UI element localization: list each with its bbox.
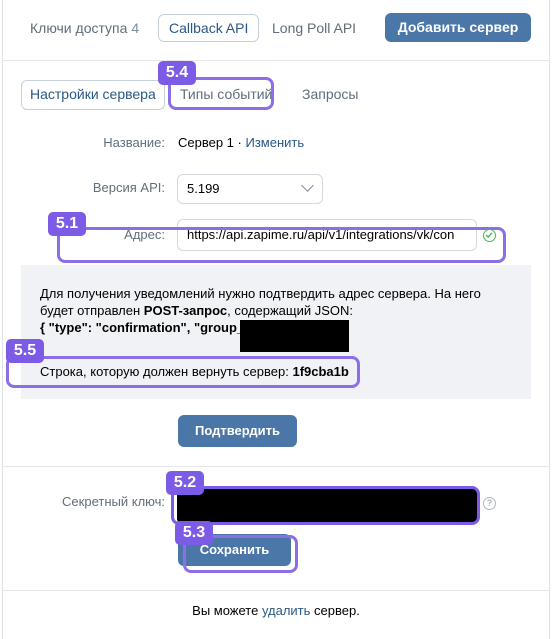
top-tab-bar: Ключи доступа 4 Callback API Long Poll AP… xyxy=(0,0,552,58)
confirm-button[interactable]: Подтвердить xyxy=(178,415,297,447)
mid-divider xyxy=(2,466,550,467)
server-name: Сервер 1 xyxy=(178,135,234,150)
redacted-group-id xyxy=(240,320,349,352)
edit-name-link[interactable]: Изменить xyxy=(245,135,304,150)
api-version-select[interactable]: 5.199 xyxy=(177,174,323,204)
footer-post: сервер. xyxy=(310,603,360,618)
top-divider xyxy=(2,60,550,61)
tab-server-settings[interactable]: Настройки сервера xyxy=(21,80,165,110)
annotation-tag-5-5: 5.5 xyxy=(6,339,44,363)
info-line-2: будет отправлен POST-запрос, содержащий … xyxy=(40,302,510,319)
chevron-down-icon xyxy=(301,179,314,192)
tab-long-poll-api[interactable]: Long Poll API xyxy=(262,14,366,42)
secret-key-label: Секретный ключ: xyxy=(62,494,165,509)
tab-access-keys-count: 4 xyxy=(131,20,140,36)
info-line-1: Для получения уведомлений нужно подтверд… xyxy=(40,286,481,301)
name-label: Название: xyxy=(103,135,165,150)
help-icon[interactable]: ? xyxy=(483,497,496,510)
footer-text: Вы можете удалить сервер. xyxy=(0,603,552,618)
footer-pre: Вы можете xyxy=(192,603,262,618)
info-line-2-pre: будет отправлен xyxy=(40,303,144,318)
tab-callback-api[interactable]: Callback API xyxy=(158,14,260,42)
api-version-value: 5.199 xyxy=(187,181,220,196)
add-server-button[interactable]: Добавить сервер xyxy=(385,13,531,42)
name-row: Сервер 1 · Изменить xyxy=(178,135,304,150)
annotation-tag-5-2: 5.2 xyxy=(166,471,204,495)
tab-requests[interactable]: Запросы xyxy=(294,80,366,108)
tab-access-keys-label: Ключи доступа xyxy=(30,20,128,36)
info-line-2-post: , содержащий JSON: xyxy=(227,303,354,318)
post-request-text: POST-запрос xyxy=(143,303,228,318)
annotation-box-5-1 xyxy=(57,227,506,263)
annotation-box-5-2 xyxy=(171,486,480,525)
annotation-tag-5-1: 5.1 xyxy=(48,212,86,236)
api-version-label: Версия API: xyxy=(92,180,165,195)
delete-server-link[interactable]: удалить xyxy=(262,603,310,618)
annotation-box-5-5 xyxy=(6,356,360,388)
annotation-tag-5-3: 5.3 xyxy=(175,521,213,545)
annotation-tag-5-4: 5.4 xyxy=(158,61,196,85)
bottom-divider xyxy=(2,590,550,591)
tab-access-keys[interactable]: Ключи доступа 4 xyxy=(20,14,149,42)
name-separator: · xyxy=(233,135,246,150)
